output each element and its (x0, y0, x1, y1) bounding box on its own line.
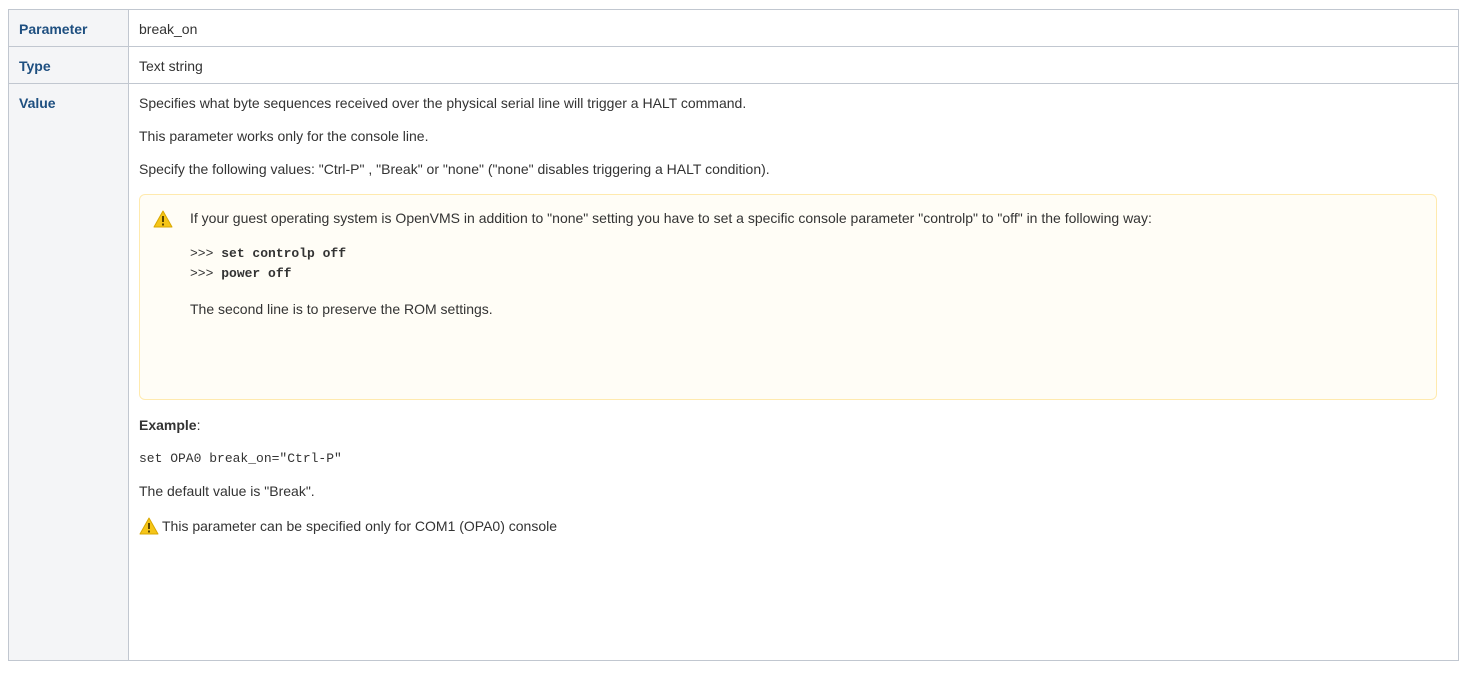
warning-panel: If your guest operating system is OpenVM… (139, 194, 1437, 400)
code-prompt: >>> (190, 246, 222, 261)
example-code: set OPA0 break_on="Ctrl-P" (139, 451, 342, 466)
value-header: Value (8, 83, 129, 661)
options-text: Specify the following values: "Ctrl-P" ,… (139, 161, 770, 177)
default-text: The default value is "Break". (139, 483, 315, 499)
parameter-table: Parameter break_on Type Text string Valu… (8, 9, 1459, 661)
note-text: This parameter can be specified only for… (162, 518, 558, 534)
table-row-value: Value Specifies what byte sequences rece… (8, 83, 1459, 661)
example-heading: Example: (139, 417, 1448, 434)
note-line: This parameter can be specified only for… (139, 516, 1448, 536)
warning-icon (139, 517, 159, 535)
warning-footer: The second line is to preserve the ROM s… (190, 301, 493, 317)
parameter-header: Parameter (8, 9, 129, 47)
code-command: power off (221, 266, 292, 281)
value-cell: Specifies what byte sequences received o… (128, 83, 1459, 661)
table-row-type: Type Text string (8, 46, 1459, 84)
table-row-parameter: Parameter break_on (8, 9, 1459, 47)
code-block: >>> set controlp off >>> power off (190, 244, 1422, 284)
example-label: Example (139, 417, 197, 433)
code-line: >>> set controlp off (190, 244, 1422, 264)
code-command: set controlp off (221, 246, 347, 261)
warning-text: If your guest operating system is OpenVM… (190, 210, 1152, 226)
type-header: Type (8, 46, 129, 84)
type-value: Text string (128, 46, 1459, 84)
code-line: >>> power off (190, 264, 1422, 284)
scope-text: This parameter works only for the consol… (139, 128, 429, 144)
code-prompt: >>> (190, 266, 222, 281)
parameter-value: break_on (128, 9, 1459, 47)
description-text: Specifies what byte sequences received o… (139, 95, 747, 111)
warning-icon (153, 210, 173, 228)
example-suffix: : (196, 417, 201, 433)
